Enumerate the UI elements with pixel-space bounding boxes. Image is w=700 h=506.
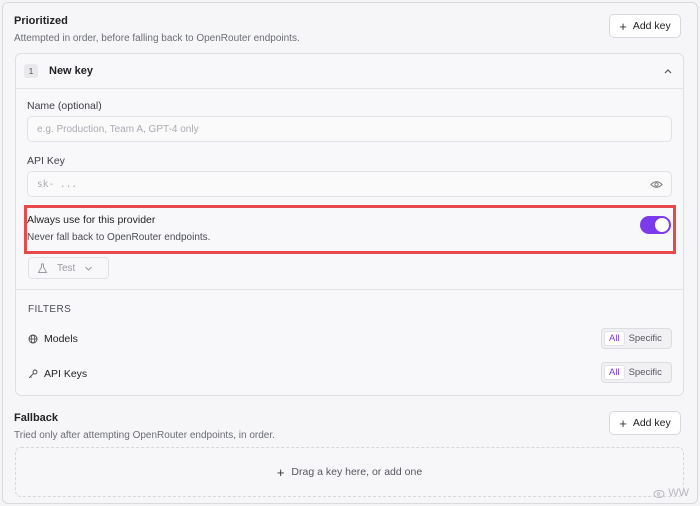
prioritized-title: Prioritized [14, 15, 68, 27]
watermark: WW [653, 487, 689, 499]
models-filter-segment: All Specific [601, 328, 672, 349]
watermark-text: WW [668, 487, 689, 499]
api-keys-all-option[interactable]: All [604, 365, 625, 380]
globe-icon [28, 334, 38, 344]
plus-icon: + [619, 415, 627, 431]
fallback-subtitle: Tried only after attempting OpenRouter e… [14, 430, 275, 441]
drop-zone-label: Drag a key here, or add one [291, 466, 423, 478]
always-use-title: Always use for this provider [27, 214, 156, 226]
filter-models-label: Models [28, 333, 78, 345]
filters-label: FILTERS [28, 304, 72, 315]
key-icon [28, 369, 38, 379]
always-use-toggle[interactable] [640, 216, 671, 234]
add-key-label: Add key [632, 20, 671, 32]
always-use-subtitle: Never fall back to OpenRouter endpoints. [27, 232, 211, 243]
fallback-drop-zone[interactable]: + Drag a key here, or add one [15, 447, 684, 497]
name-input[interactable]: e.g. Production, Team A, GPT-4 only [27, 116, 672, 142]
api-key-input[interactable]: sk- ... [27, 171, 672, 197]
key-name: New key [49, 65, 94, 77]
fallback-title: Fallback [14, 412, 59, 424]
filter-api-keys-text: API Keys [44, 368, 88, 380]
chevron-up-icon[interactable] [662, 65, 674, 77]
prioritized-subtitle: Attempted in order, before falling back … [14, 33, 300, 44]
key-card-header[interactable]: 1 New key [16, 54, 683, 89]
prioritized-add-key-button[interactable]: + Add key [609, 14, 681, 38]
filter-models-text: Models [44, 333, 78, 345]
weibo-logo-icon [653, 490, 665, 498]
name-placeholder: e.g. Production, Team A, GPT-4 only [37, 123, 199, 135]
test-label: Test [57, 262, 76, 274]
api-keys-specific-option[interactable]: Specific [625, 365, 666, 380]
eye-icon[interactable] [650, 179, 663, 190]
api-keys-filter-segment: All Specific [601, 362, 672, 383]
filter-api-keys-label: API Keys [28, 368, 87, 380]
toggle-knob [655, 218, 669, 232]
key-index-badge: 1 [24, 64, 38, 78]
add-key-label: Add key [632, 417, 671, 429]
models-specific-option[interactable]: Specific [625, 331, 666, 346]
api-key-label: API Key [27, 155, 65, 167]
name-label: Name (optional) [27, 100, 102, 112]
plus-icon: + [276, 464, 285, 480]
fallback-add-key-button[interactable]: + Add key [609, 411, 681, 435]
models-all-option[interactable]: All [604, 331, 625, 346]
providers-panel: Prioritized Attempted in order, before f… [2, 2, 698, 504]
flask-icon [37, 263, 48, 273]
api-key-placeholder: sk- ... [37, 178, 78, 190]
filters-divider [15, 289, 684, 290]
plus-icon: + [619, 18, 627, 34]
highlight-box [24, 205, 676, 254]
test-button[interactable]: Test [28, 257, 109, 279]
chevron-down-icon [85, 266, 93, 271]
